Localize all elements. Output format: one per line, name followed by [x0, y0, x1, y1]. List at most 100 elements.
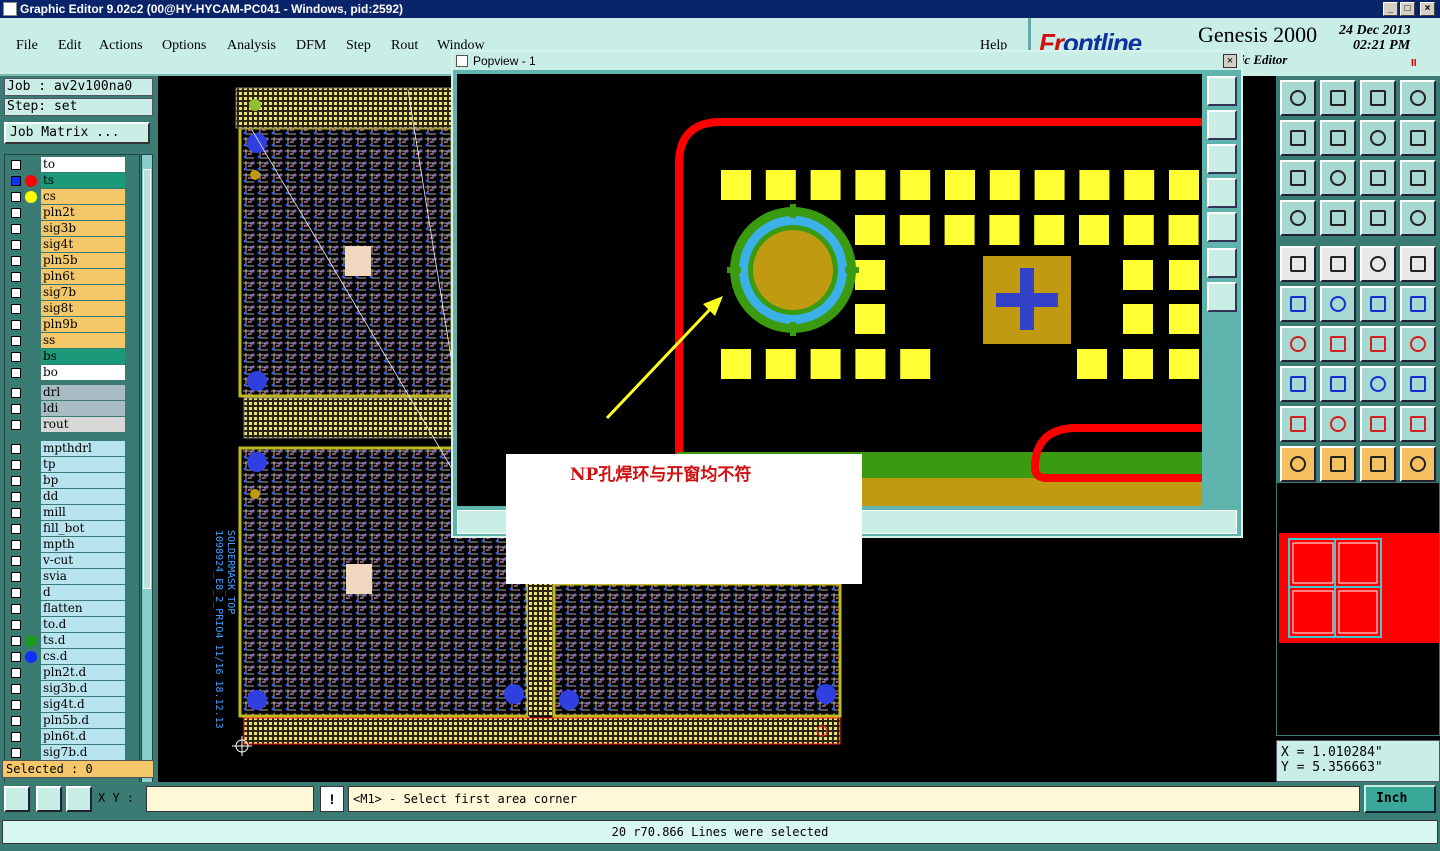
popview-center-icon[interactable]: [1207, 282, 1237, 312]
layer-name[interactable]: to: [41, 157, 125, 172]
scroll-thumb[interactable]: [143, 169, 151, 589]
mirror-icon[interactable]: [1400, 326, 1436, 362]
swap-icon[interactable]: [1360, 120, 1396, 156]
layer-checkbox[interactable]: [11, 588, 21, 598]
cross-icon[interactable]: [1320, 286, 1356, 322]
layer-checkbox[interactable]: [11, 160, 21, 170]
layer-row-d[interactable]: d: [5, 585, 139, 601]
layer-name[interactable]: mill: [41, 505, 125, 520]
arrow-blue-icon[interactable]: [1400, 286, 1436, 322]
layer-name[interactable]: pln2t.d: [41, 665, 125, 680]
layer-name[interactable]: rout: [41, 417, 125, 432]
layer-checkbox[interactable]: [11, 460, 21, 470]
layer-name[interactable]: sig3b: [41, 221, 125, 236]
layer-scrollbar[interactable]: [141, 154, 153, 830]
layers-alt-icon[interactable]: [1400, 200, 1436, 236]
popview-up-icon[interactable]: [1207, 110, 1237, 140]
maximize-button[interactable]: □: [1400, 2, 1415, 16]
layer-checkbox[interactable]: [11, 684, 21, 694]
zoom-center-icon[interactable]: [1320, 160, 1356, 196]
job-matrix-button[interactable]: Job Matrix ...: [4, 122, 150, 144]
layer-checkbox[interactable]: [11, 508, 21, 518]
layer-row-mpth[interactable]: mpth: [5, 537, 139, 553]
layer-name[interactable]: mpthdrl: [41, 441, 125, 456]
layer-checkbox[interactable]: [11, 420, 21, 430]
home-icon[interactable]: [1360, 80, 1396, 116]
layer-name[interactable]: pln2t: [41, 205, 125, 220]
layer-row-sig3b[interactable]: sig3b: [5, 221, 139, 237]
unit-selector[interactable]: Inch: [1364, 785, 1436, 813]
split-icon[interactable]: [1320, 366, 1356, 402]
layer-row-tp[interactable]: tp: [5, 457, 139, 473]
np-hole[interactable]: [727, 204, 859, 336]
dots-icon[interactable]: [1400, 246, 1436, 282]
tri-alt-icon[interactable]: [1360, 406, 1396, 442]
measure-icon[interactable]: [1360, 366, 1396, 402]
layer-name[interactable]: flatten: [41, 601, 125, 616]
layer-name[interactable]: ts.d: [41, 633, 125, 648]
layer-checkbox[interactable]: [11, 716, 21, 726]
layer-checkbox[interactable]: [11, 540, 21, 550]
layer-name[interactable]: sig4t: [41, 237, 125, 252]
layer-checkbox[interactable]: [11, 288, 21, 298]
layer-row-ts.d[interactable]: ts.d: [5, 633, 139, 649]
layer-row-sig4t[interactable]: sig4t: [5, 237, 139, 253]
layer-checkbox[interactable]: [11, 224, 21, 234]
layer-checkbox[interactable]: [11, 668, 21, 678]
layer-checkbox[interactable]: [11, 304, 21, 314]
popview-left-icon[interactable]: [1207, 178, 1237, 208]
pointer-box-icon[interactable]: [1320, 446, 1356, 482]
pointer-sel-icon[interactable]: [1360, 446, 1396, 482]
layer-checkbox[interactable]: [11, 176, 21, 186]
layer-name[interactable]: sig7b: [41, 285, 125, 300]
layer-name[interactable]: bs: [41, 349, 125, 364]
connect-icon[interactable]: [1280, 286, 1316, 322]
layer-checkbox[interactable]: [11, 352, 21, 362]
layer-row-ldi[interactable]: ldi: [5, 401, 139, 417]
layer-row-sig7b.d[interactable]: sig7b.d: [5, 745, 139, 761]
layer-name[interactable]: cs: [41, 189, 125, 204]
ratio-icon[interactable]: [1360, 160, 1396, 196]
layer-name[interactable]: sig3b.d: [41, 681, 125, 696]
layer-name[interactable]: ldi: [41, 401, 125, 416]
pad-icon[interactable]: [1280, 246, 1316, 282]
layer-row-sig8t[interactable]: sig8t: [5, 301, 139, 317]
layer-row-pln5b[interactable]: pln5b: [5, 253, 139, 269]
popview-down-icon[interactable]: [1207, 144, 1237, 174]
layer-name[interactable]: ss: [41, 333, 125, 348]
layer-checkbox[interactable]: [11, 404, 21, 414]
group-icon[interactable]: [1400, 366, 1436, 402]
minimize-button[interactable]: _: [1383, 2, 1398, 16]
measure-icon[interactable]: [36, 786, 62, 812]
layer-row-cs.d[interactable]: cs.d: [5, 649, 139, 665]
layer-row-ss[interactable]: ss: [5, 333, 139, 349]
layer-name[interactable]: svia: [41, 569, 125, 584]
alert-button[interactable]: !: [320, 786, 344, 812]
layer-row-svia[interactable]: svia: [5, 569, 139, 585]
menu-dfm[interactable]: DFM: [296, 38, 326, 54]
layer-row-v-cut[interactable]: v-cut: [5, 553, 139, 569]
popview-right-icon[interactable]: [1207, 212, 1237, 242]
popview-fit-icon[interactable]: [1207, 248, 1237, 278]
tri-blue-icon[interactable]: [1320, 406, 1356, 442]
grid-icon[interactable]: [1320, 200, 1356, 236]
slash-icon[interactable]: [1320, 326, 1356, 362]
layer-row-cs[interactable]: cs: [5, 189, 139, 205]
layer-name[interactable]: pln6t.d: [41, 729, 125, 744]
menu-analysis[interactable]: Analysis: [227, 38, 276, 54]
layer-row-bs[interactable]: bs: [5, 349, 139, 365]
window-icon[interactable]: [1400, 80, 1436, 116]
help-icon[interactable]: [1400, 160, 1436, 196]
layer-checkbox[interactable]: [11, 192, 21, 202]
layer-checkbox[interactable]: [11, 652, 21, 662]
layer-row-sig4t.d[interactable]: sig4t.d: [5, 697, 139, 713]
snake-icon[interactable]: [1400, 120, 1436, 156]
layer-checkbox[interactable]: [11, 208, 21, 218]
layer-list[interactable]: to ts cs pln2t sig3b sig4t pln5b pln6t sig7b sig8…: [4, 154, 140, 830]
layer-name[interactable]: sig8t: [41, 301, 125, 316]
menu-options[interactable]: Options: [162, 38, 206, 54]
layer-name[interactable]: dd: [41, 489, 125, 504]
zoom-area-icon[interactable]: [4, 786, 30, 812]
layer-checkbox[interactable]: [11, 748, 21, 758]
layer-checkbox[interactable]: [11, 320, 21, 330]
